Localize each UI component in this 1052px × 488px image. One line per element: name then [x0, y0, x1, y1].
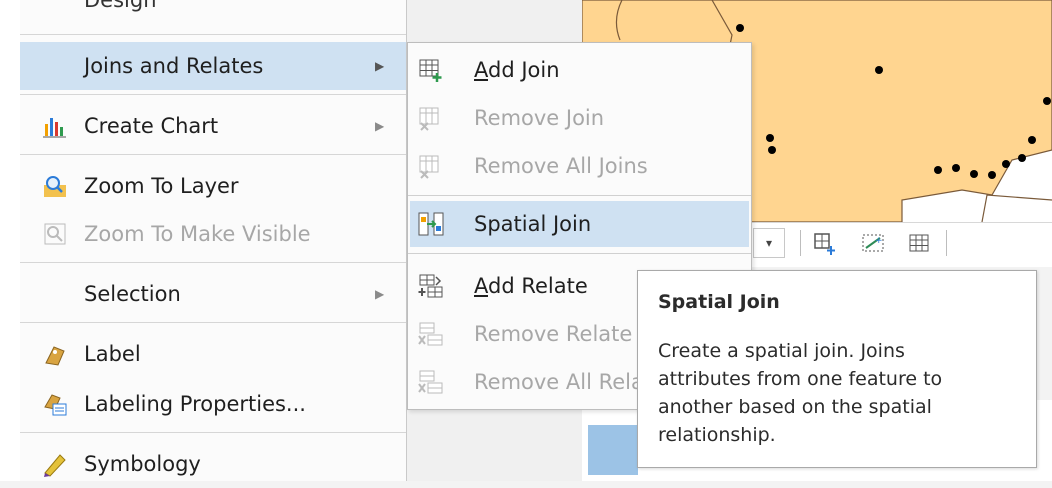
app-left-edge [0, 0, 20, 481]
menu-separator [20, 432, 406, 433]
attribute-table-toolbar [745, 222, 1052, 267]
symbology-icon [42, 451, 68, 477]
submenu-arrow-icon: ▶ [375, 287, 385, 301]
tooltip-description: Create a spatial join. Joins attributes … [658, 340, 943, 446]
menu-item-create-chart[interactable]: Create Chart ▶ [20, 102, 406, 150]
submenu-item-add-join[interactable]: Add Join [410, 47, 749, 93]
submenu-item-spatial-join[interactable]: Spatial Join [410, 201, 749, 247]
svg-text:+: + [875, 236, 883, 246]
label-icon [42, 341, 68, 367]
menu-item-zoom-to-layer[interactable]: Zoom To Layer [20, 162, 406, 210]
menu-item-zoom-to-make-visible[interactable]: Zoom To Make Visible [20, 210, 406, 258]
menu-item-label: Labeling Properties... [84, 392, 306, 416]
submenu-item-label: Remove All Joins [474, 154, 648, 178]
menu-item-labeling-properties[interactable]: Labeling Properties... [20, 380, 406, 428]
tooltip-title: Spatial Join [658, 291, 780, 313]
zoom-layer-icon [42, 173, 68, 199]
menu-item-label-layer[interactable]: Label [20, 330, 406, 378]
submenu-item-label: Remove All Rela [474, 370, 644, 394]
menu-item-label: Symbology [84, 452, 201, 476]
submenu-item-label: Remove Join [474, 106, 605, 130]
selected-row-cell[interactable] [588, 425, 638, 475]
add-relate-icon [418, 273, 444, 299]
menu-separator [20, 94, 406, 95]
toolbar-separator [800, 230, 801, 256]
submenu-separator [408, 195, 751, 196]
toolbar-dropdown[interactable]: ▾ [753, 228, 785, 258]
remove-all-relates-icon [418, 369, 444, 395]
submenu-item-label: Remove Relate [474, 322, 633, 346]
spatial-join-icon [418, 211, 444, 237]
submenu-item-remove-all-joins[interactable]: Remove All Joins [410, 143, 749, 189]
submenu-item-label: Add Relate [474, 274, 588, 298]
submenu-separator [408, 253, 751, 254]
remove-relate-icon [418, 321, 444, 347]
calculate-field-icon[interactable]: + [860, 230, 886, 256]
menu-item-label: Zoom To Layer [84, 174, 239, 198]
layer-context-menu: Design Joins and Relates ▶ Create Chart … [20, 0, 407, 481]
menu-item-label: Joins and Relates [84, 54, 264, 78]
add-field-icon[interactable] [812, 230, 838, 256]
menu-separator [20, 262, 406, 263]
submenu-item-remove-join[interactable]: Remove Join [410, 95, 749, 141]
submenu-arrow-icon: ▶ [375, 59, 385, 73]
submenu-item-label: Spatial Join [474, 212, 592, 236]
zoom-visible-icon [42, 221, 68, 247]
labeling-properties-icon [42, 391, 68, 417]
submenu-item-label: Add Join [474, 58, 560, 82]
menu-item-label: Create Chart [84, 114, 219, 138]
menu-separator [20, 154, 406, 155]
menu-item-label: Selection [84, 282, 181, 306]
toolbar-separator [946, 230, 947, 256]
spatial-join-tooltip: Spatial Join Create a spatial join. Join… [637, 270, 1037, 468]
table-view-icon[interactable] [906, 230, 932, 256]
menu-item-label: Zoom To Make Visible [84, 222, 311, 246]
menu-separator [20, 322, 406, 323]
remove-join-icon [418, 105, 444, 131]
bar-chart-icon [42, 113, 68, 139]
menu-item-label: Label [84, 342, 141, 366]
menu-item-joins-and-relates[interactable]: Joins and Relates ▶ [20, 42, 406, 90]
add-join-icon [418, 57, 444, 83]
menu-separator [20, 34, 406, 35]
remove-all-joins-icon [418, 153, 444, 179]
submenu-arrow-icon: ▶ [375, 119, 385, 133]
menu-item-design-partial[interactable]: Design [84, 0, 157, 12]
menu-item-selection[interactable]: Selection ▶ [20, 270, 406, 318]
